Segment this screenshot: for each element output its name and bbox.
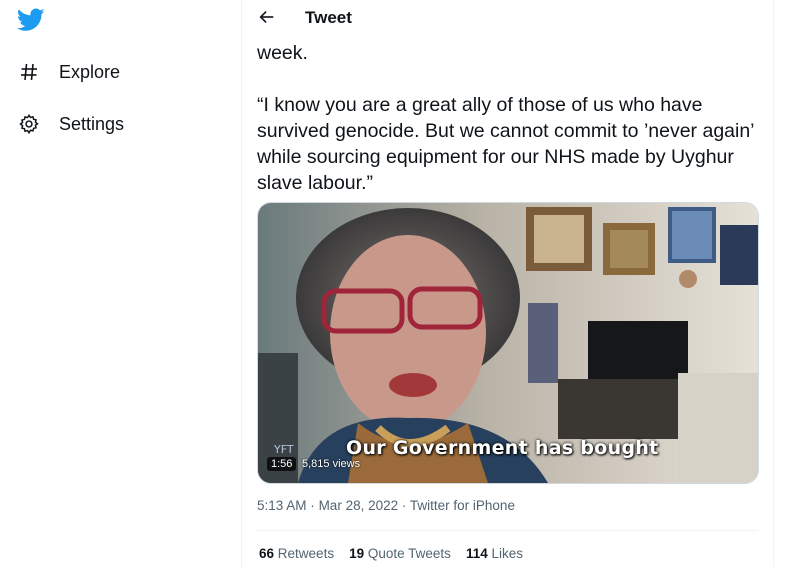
page-header: Tweet [242,0,773,38]
arrow-left-icon [258,8,276,31]
quote-tweets-link[interactable]: 19 Quote Tweets [349,546,451,561]
retweets-count: 66 [259,546,275,561]
sidebar: Explore Settings [0,0,240,567]
hashtag-icon [18,61,40,83]
tweet-meta: 5:13 AM · Mar 28, 2022 · Twitter for iPh… [257,498,515,513]
retweets-label: Retweets [277,546,335,561]
retweets-link[interactable]: 66 Retweets [259,546,334,561]
tweet-stats: 66 Retweets 19 Quote Tweets 114 Likes [259,546,523,561]
sidebar-item-explore[interactable]: Explore [18,57,120,87]
gear-icon [18,113,40,135]
tweet-detail-column: Tweet week. “I know you are a great ally… [241,0,774,567]
video-views: 5,815 views [302,458,361,470]
tweet-text-line: week. [257,42,308,64]
quotes-count: 19 [349,546,365,561]
tweet-source[interactable]: Twitter for iPhone [410,498,515,513]
tweet-quote: “I know you are a great ally of those of… [257,94,754,194]
page-title: Tweet [305,8,352,27]
video-duration: 1:56 [267,457,297,471]
sidebar-item-label: Explore [59,61,121,82]
tweet-date[interactable]: Mar 28, 2022 [319,498,399,513]
tweet-time[interactable]: 5:13 AM [257,498,307,513]
back-button[interactable] [256,8,278,30]
likes-link[interactable]: 114 Likes [466,546,523,561]
video-player[interactable]: YFT Our Government has bought 1:56 5,815… [257,202,759,484]
video-caption: Our Government has bought [346,437,659,459]
sidebar-item-settings[interactable]: Settings [18,109,124,139]
sidebar-item-label: Settings [59,113,125,134]
likes-label: Likes [491,546,523,561]
video-watermark: YFT [274,443,294,456]
likes-count: 114 [465,546,488,561]
quotes-label: Quote Tweets [367,546,451,561]
meta-separator: · [401,498,407,513]
divider [257,530,758,531]
twitter-bird-icon[interactable] [16,8,45,32]
tweet-text: week. “I know you are a great ally of th… [257,40,762,196]
meta-separator: · [310,498,315,513]
